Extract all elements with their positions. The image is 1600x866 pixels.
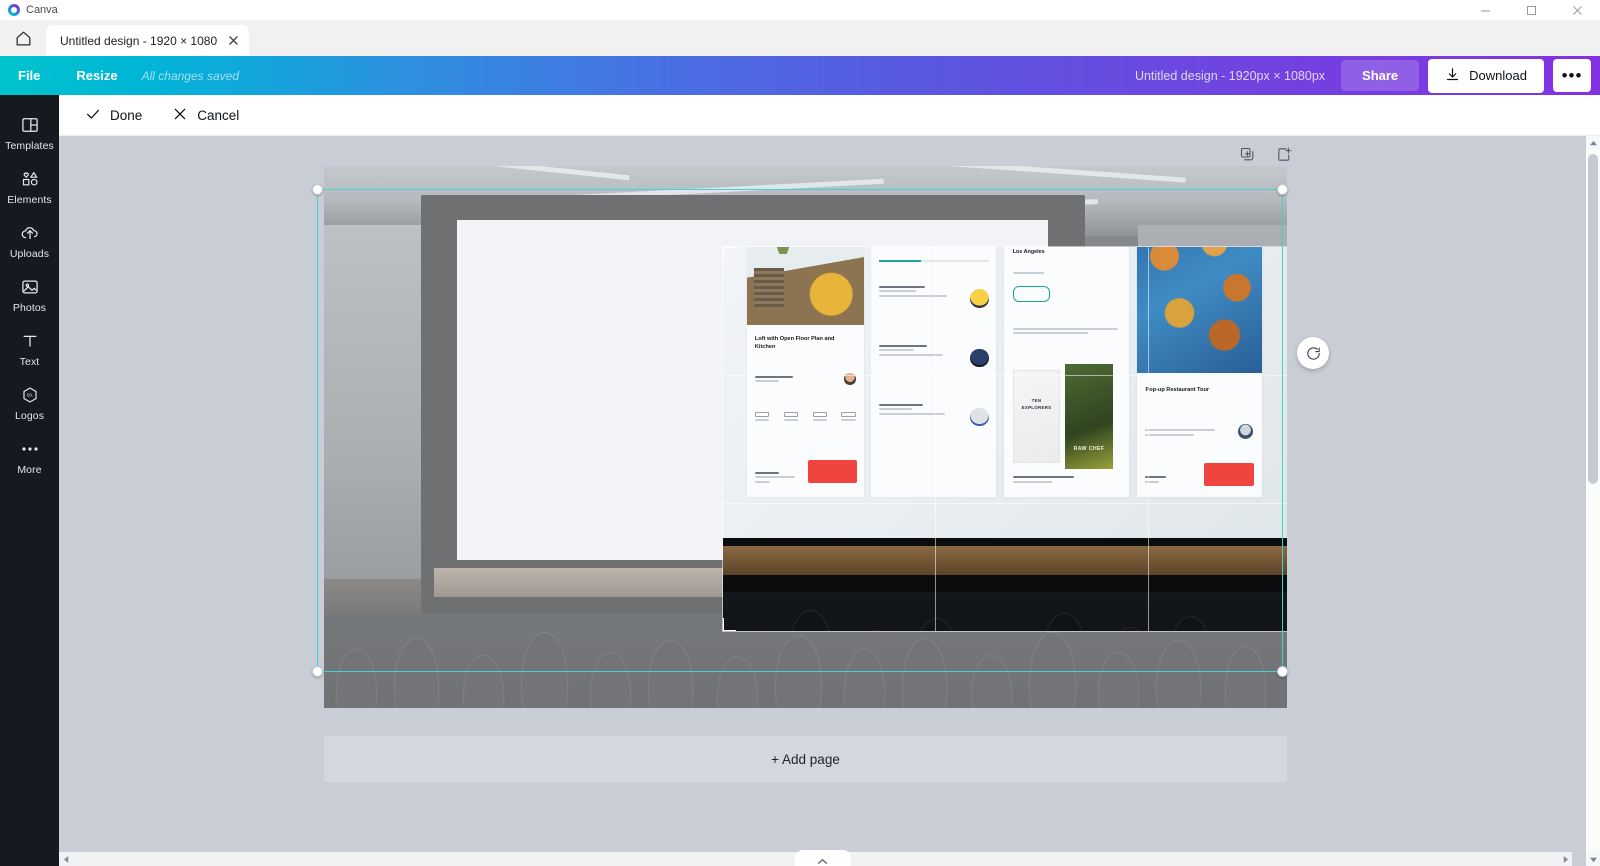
- sidebar-item-elements[interactable]: Elements: [0, 159, 59, 213]
- more-options-button[interactable]: •••: [1553, 59, 1591, 92]
- crop-guide-h1: [723, 374, 1287, 376]
- sidebar-label-text: Text: [19, 356, 40, 368]
- sidebar-label-logos: Logos: [14, 410, 45, 422]
- left-sidebar: Templates Elements Uploads Photos Text c…: [0, 95, 59, 866]
- resize-handle-bottom-left[interactable]: [312, 666, 323, 677]
- duplicate-icon[interactable]: [1239, 146, 1256, 168]
- minimize-button[interactable]: [1462, 0, 1508, 20]
- sidebar-label-photos: Photos: [12, 302, 47, 314]
- sidebar-label-uploads: Uploads: [9, 248, 50, 260]
- slide4-title: Pop-up Restaurant Tour: [1145, 386, 1210, 393]
- download-icon: [1445, 67, 1460, 85]
- slide-strip: Loft with Open Floor Plan and Kitchen Lo…: [746, 247, 1287, 497]
- tab-close-icon[interactable]: [225, 33, 241, 49]
- slide-listing-card: Loft with Open Floor Plan and Kitchen: [746, 247, 864, 497]
- crop-cancel-button[interactable]: Cancel: [160, 100, 251, 131]
- tab-title: Untitled design - 1920 × 1080: [60, 33, 218, 48]
- maximize-button[interactable]: [1508, 0, 1554, 20]
- tab-strip: Untitled design - 1920 × 1080: [0, 20, 1600, 56]
- resize-handle-top-left[interactable]: [312, 184, 323, 195]
- vertical-scrollbar[interactable]: [1586, 136, 1600, 866]
- close-button[interactable]: [1554, 0, 1600, 20]
- slide3-card-b-label: RAW CHEF: [1073, 445, 1105, 452]
- check-icon: [85, 106, 101, 125]
- canvas-scroll-area[interactable]: Loft with Open Floor Plan and Kitchen Lo…: [59, 136, 1586, 866]
- more-icon: [20, 438, 40, 460]
- resize-button[interactable]: Resize: [58, 62, 135, 89]
- file-menu-button[interactable]: File: [0, 62, 58, 89]
- sidebar-label-templates: Templates: [5, 140, 54, 152]
- design-page[interactable]: Loft with Open Floor Plan and Kitchen Lo…: [324, 166, 1287, 708]
- canva-logo-icon: [8, 4, 20, 16]
- scroll-up-icon[interactable]: [1586, 136, 1600, 150]
- crop-guide-h2: [723, 502, 1287, 504]
- editor-body: Templates Elements Uploads Photos Text c…: [0, 95, 1600, 866]
- notes-panel-toggle[interactable]: [794, 850, 851, 866]
- slide3-title: Los Angeles: [1012, 248, 1045, 255]
- slide3-card-a-label: TEN EXPLORERS: [1021, 398, 1052, 410]
- app-toolbar-right: Untitled design - 1920px × 1080px Share …: [1135, 58, 1591, 93]
- sidebar-item-text[interactable]: Text: [0, 321, 59, 375]
- app-name: Canva: [26, 4, 58, 16]
- sidebar-item-logos[interactable]: co. Logos: [0, 375, 59, 429]
- logos-icon: co.: [19, 384, 41, 406]
- main-area: Done Cancel Loft with Open Floor Plan an…: [59, 95, 1600, 866]
- app-toolbar: File Resize All changes saved Untitled d…: [0, 56, 1600, 95]
- browser-tab[interactable]: Untitled design - 1920 × 1080: [46, 25, 250, 56]
- crop-guide-v2: [1147, 247, 1149, 631]
- slide-people-list: [871, 247, 997, 497]
- home-icon[interactable]: [0, 20, 46, 56]
- projection-screen: Loft with Open Floor Plan and Kitchen Lo…: [723, 247, 1287, 592]
- document-title[interactable]: Untitled design - 1920px × 1080px: [1135, 69, 1325, 83]
- crop-done-label: Done: [110, 107, 143, 123]
- app-toolbar-left: File Resize All changes saved: [0, 62, 239, 89]
- vertical-scroll-thumb[interactable]: [1588, 154, 1598, 484]
- crop-window[interactable]: Loft with Open Floor Plan and Kitchen Lo…: [722, 246, 1287, 632]
- svg-text:co.: co.: [26, 393, 33, 399]
- window-titlebar: Canva: [0, 0, 1600, 20]
- audience: [723, 568, 1287, 631]
- sidebar-item-more[interactable]: More: [0, 429, 59, 483]
- rotate-icon[interactable]: [1297, 337, 1329, 369]
- download-button[interactable]: Download: [1428, 58, 1544, 93]
- crop-guide-v1: [935, 247, 937, 631]
- vertical-scroll-track[interactable]: [1586, 150, 1600, 852]
- templates-icon: [20, 114, 40, 136]
- scroll-left-icon[interactable]: [59, 852, 73, 866]
- scroll-down-icon[interactable]: [1586, 852, 1600, 866]
- scroll-right-icon[interactable]: [1558, 852, 1572, 866]
- save-status: All changes saved: [141, 68, 240, 83]
- close-icon: [172, 106, 188, 125]
- text-icon: [20, 330, 40, 352]
- slide1-title: Loft with Open Floor Plan and Kitchen: [754, 336, 835, 350]
- conference-photo: Loft with Open Floor Plan and Kitchen Lo…: [723, 247, 1287, 631]
- sidebar-label-elements: Elements: [7, 194, 52, 206]
- add-page-button[interactable]: + Add page: [324, 736, 1287, 782]
- sidebar-item-uploads[interactable]: Uploads: [0, 213, 59, 267]
- crop-cancel-label: Cancel: [197, 107, 240, 123]
- share-button[interactable]: Share: [1341, 60, 1420, 91]
- slide-los-angeles: Los Angeles TEN EXPLORERS RAW CHEF: [1004, 247, 1130, 497]
- sidebar-item-photos[interactable]: Photos: [0, 267, 59, 321]
- window-controls: [1462, 0, 1600, 20]
- uploads-icon: [19, 222, 41, 244]
- elements-icon: [19, 168, 41, 190]
- slide-popup-restaurant: Pop-up Restaurant Tour: [1136, 247, 1262, 497]
- sidebar-label-more: More: [17, 464, 42, 476]
- crop-toolbar: Done Cancel: [59, 95, 1600, 136]
- sidebar-item-templates[interactable]: Templates: [0, 105, 59, 159]
- app-identity: Canva: [0, 4, 58, 16]
- crop-done-button[interactable]: Done: [73, 100, 154, 131]
- crop-window-content: Loft with Open Floor Plan and Kitchen Lo…: [723, 247, 1287, 631]
- crop-handle-top-left[interactable]: [723, 247, 736, 260]
- photos-icon: [20, 276, 40, 298]
- canvas-viewport[interactable]: Loft with Open Floor Plan and Kitchen Lo…: [59, 136, 1600, 866]
- add-page-icon[interactable]: [1276, 146, 1293, 168]
- crop-handle-bottom-left[interactable]: [723, 618, 736, 631]
- page-tools: [1239, 146, 1293, 168]
- download-label: Download: [1469, 68, 1527, 83]
